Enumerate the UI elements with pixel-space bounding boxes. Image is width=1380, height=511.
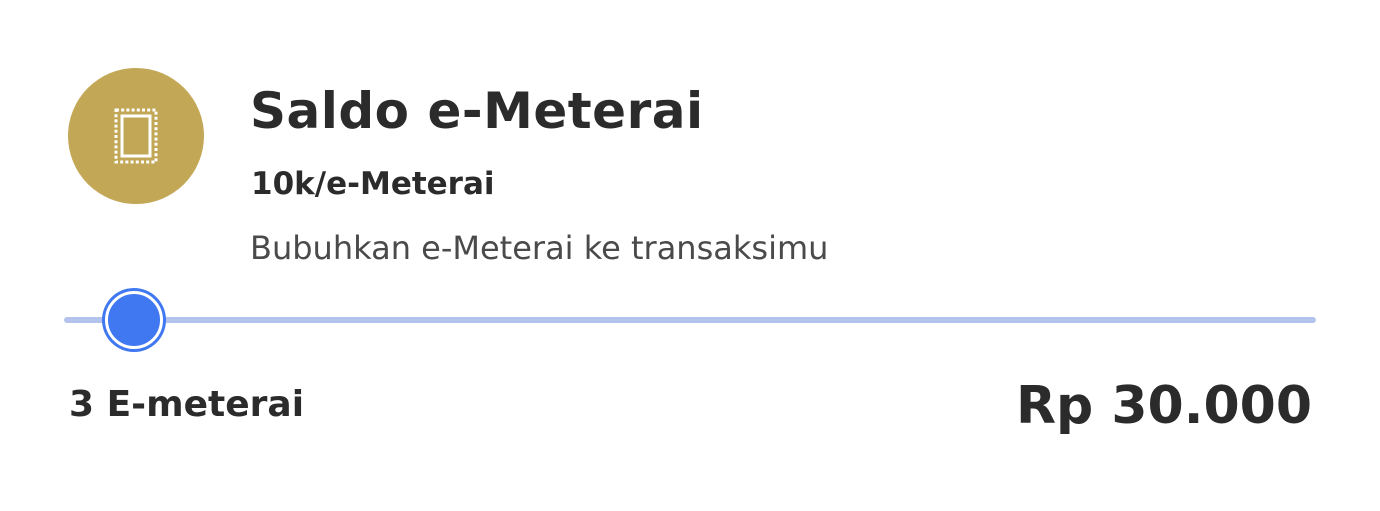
stamp-icon <box>113 107 159 165</box>
product-description: Bubuhkan e-Meterai ke transaksimu <box>250 229 829 267</box>
slider-track[interactable] <box>64 317 1316 323</box>
emeterai-card: Saldo e-Meterai 10k/e-Meterai Bubuhkan e… <box>0 0 1380 511</box>
slider-thumb[interactable] <box>105 291 164 349</box>
quantity-label: 3 E-meterai <box>69 384 305 425</box>
total-price: Rp 30.000 <box>1015 376 1312 436</box>
quantity-slider[interactable] <box>64 290 1316 350</box>
product-title: Saldo e-Meterai <box>250 82 704 140</box>
stamp-badge <box>68 68 204 204</box>
product-rate: 10k/e-Meterai <box>251 166 495 202</box>
